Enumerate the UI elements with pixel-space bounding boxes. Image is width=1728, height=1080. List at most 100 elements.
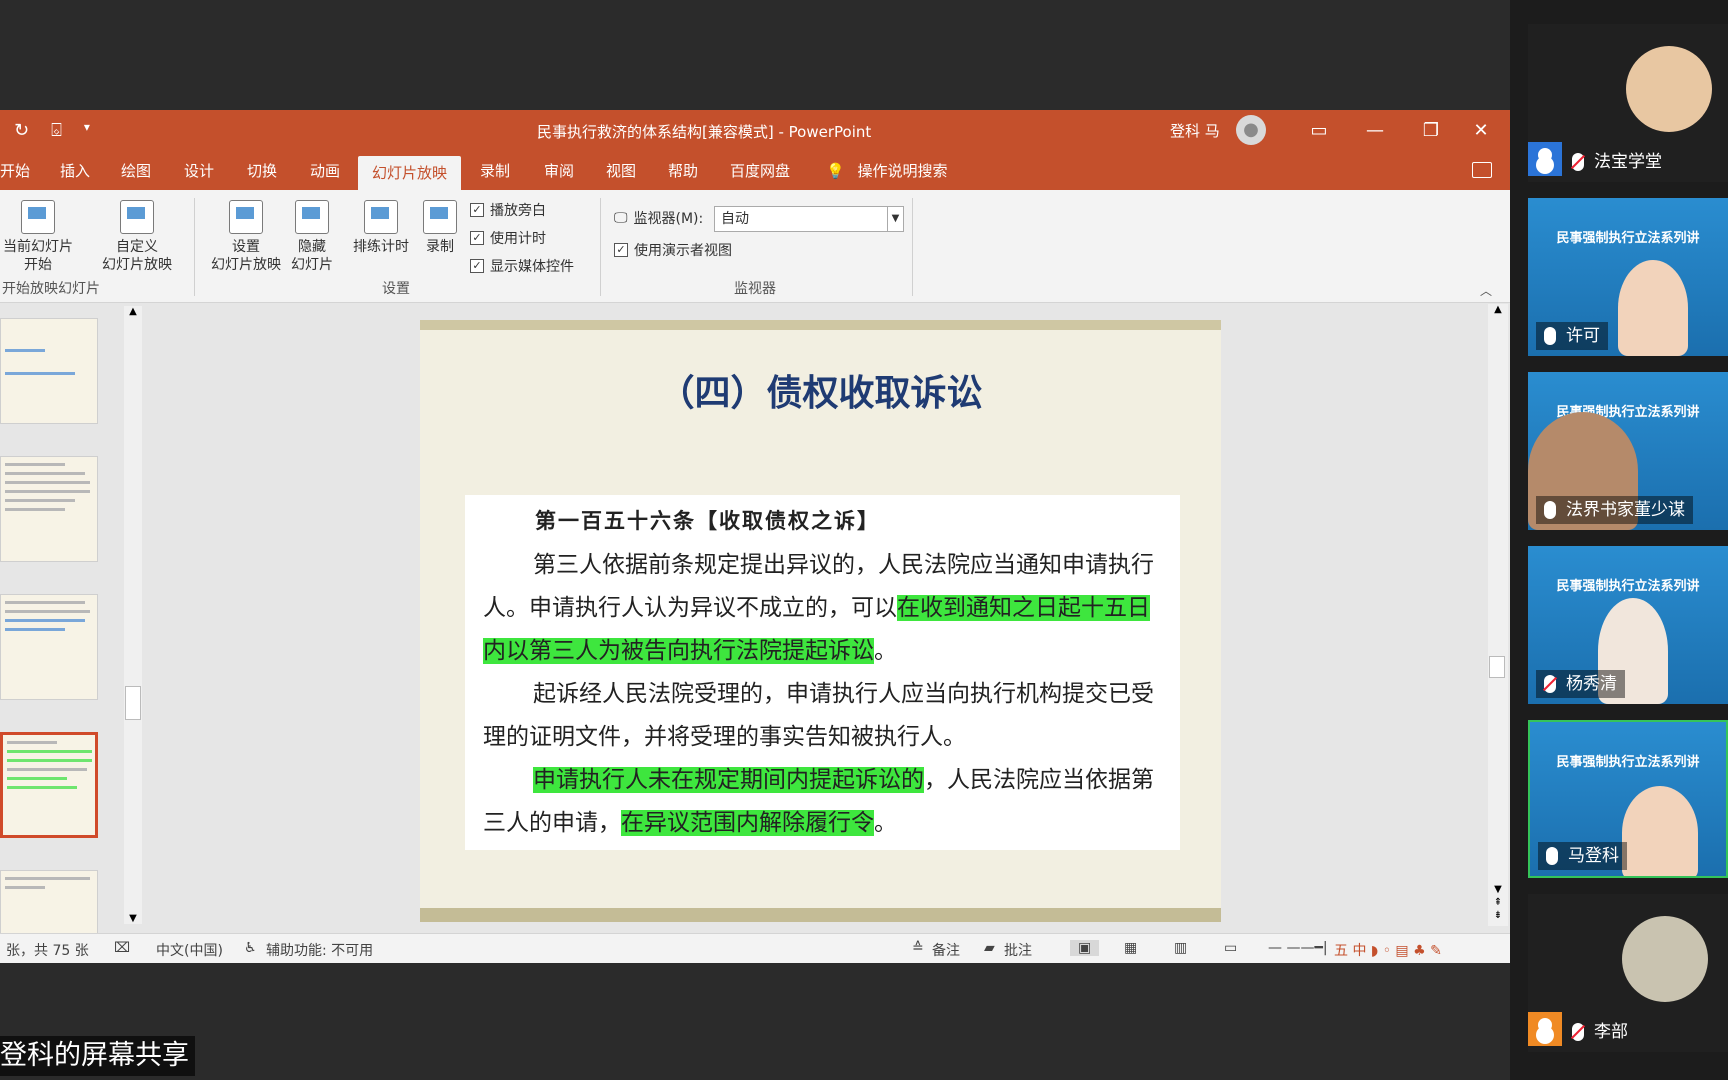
slide-sorter-icon[interactable]: ▦ — [1124, 940, 1137, 956]
scroll-down-icon[interactable]: ▼ — [124, 913, 142, 924]
rehearse-label: 排练计时 — [353, 239, 409, 255]
slide-text-box[interactable]: 第一百五十六条【收取债权之诉】 第三人依据前条规定提出异议的，人民法院应当通知申… — [465, 495, 1180, 850]
participant-tile-active-speaker[interactable]: 民事强制执行立法系列讲 马登科 — [1528, 720, 1728, 878]
hide-slide-label: 隐藏 幻灯片 — [291, 239, 333, 273]
user-name[interactable]: 登科 马 — [1170, 120, 1220, 141]
tab-transitions[interactable]: 切换 — [241, 152, 283, 190]
reading-view-icon[interactable]: ▥ — [1174, 940, 1187, 956]
presentation-icon[interactable]: ⌺ — [51, 120, 62, 141]
spellcheck-icon[interactable]: ⌧ — [114, 940, 130, 956]
collapse-ribbon-icon[interactable]: ︿ — [1480, 282, 1492, 299]
setup-slideshow-label: 设置 幻灯片放映 — [211, 239, 281, 273]
presenter-view-checkbox[interactable]: ✓ 使用演示者视图 — [614, 240, 732, 260]
mic-icon — [1544, 327, 1556, 345]
tab-review[interactable]: 审阅 — [538, 152, 580, 190]
mic-muted-icon — [1572, 1023, 1584, 1041]
comments-icon[interactable] — [1472, 162, 1492, 178]
user-icon — [1528, 142, 1562, 176]
checkmark-icon: ✓ — [470, 203, 484, 217]
scroll-thumb[interactable] — [1489, 656, 1505, 678]
slide-title[interactable]: （四）债权收取诉讼 — [420, 364, 1221, 416]
group-label-setup: 设置 — [382, 281, 410, 297]
screen-share-label: 登科的屏幕共享 — [0, 1036, 195, 1076]
slide-scrollbar[interactable]: ▲ ▼ ⇞ ⇟ — [1488, 304, 1508, 926]
ribbon-display-icon[interactable]: ▭ — [1302, 116, 1336, 146]
redo-icon[interactable]: ↻ — [14, 120, 29, 141]
chevron-down-icon[interactable]: ▼ — [887, 207, 903, 231]
participant-name: 许可 — [1536, 322, 1608, 350]
group-label-start: 开始放映幻灯片 — [2, 281, 100, 297]
slide-thumbnail[interactable] — [0, 456, 98, 562]
notes-icon[interactable]: ≙ — [912, 940, 924, 956]
ime-toolbar-icon[interactable]: 五 中 ◗ ◦ ▤ ♣ ✎ — [1334, 940, 1442, 960]
tab-view[interactable]: 视图 — [600, 152, 642, 190]
participant-tile[interactable]: 民事强制执行立法系列讲 法界书家董少谋 — [1528, 372, 1728, 530]
minimize-button[interactable]: — — [1358, 116, 1392, 146]
close-button[interactable]: ✕ — [1464, 116, 1498, 146]
slide-thumbnail[interactable] — [0, 318, 98, 424]
p3-end: 。 — [874, 810, 897, 836]
normal-view-icon[interactable]: ▣ — [1070, 940, 1100, 956]
tab-insert[interactable]: 插入 — [54, 152, 96, 190]
participant-name: 马登科 — [1538, 842, 1627, 870]
ribbon-tabs: 开始 插入 绘图 设计 切换 动画 幻灯片放映 录制 审阅 视图 帮助 百度网盘… — [0, 152, 1510, 190]
group-label-monitor: 监视器 — [734, 281, 776, 297]
p3-highlight-1: 申请执行人未在规定期间内提起诉讼的 — [533, 767, 924, 793]
participant-tile[interactable]: 民事强制执行立法系列讲 杨秀清 — [1528, 546, 1728, 704]
scroll-up-icon[interactable]: ▲ — [1488, 304, 1508, 315]
accessibility-icon[interactable]: ♿ — [244, 940, 257, 956]
slide-thumbnails: ▲ ▼ — [0, 304, 150, 963]
comment-icon[interactable]: ▰ — [984, 940, 995, 956]
slide-thumbnail[interactable] — [0, 594, 98, 700]
custom-show-button[interactable]: 自定义 幻灯片放映 — [90, 200, 184, 274]
tell-me-search[interactable]: 💡 操作说明搜索 — [826, 152, 947, 190]
restore-button[interactable]: ❐ — [1414, 116, 1448, 146]
use-timings-checkbox[interactable]: ✓ 使用计时 — [470, 228, 546, 248]
tab-record[interactable]: 录制 — [474, 152, 516, 190]
user-avatar-icon[interactable]: ● — [1236, 115, 1266, 145]
language-status[interactable]: 中文(中国) — [156, 940, 223, 960]
mic-icon — [1546, 847, 1558, 865]
user-icon — [1528, 1012, 1562, 1046]
participant-tile[interactable]: 民事强制执行立法系列讲 许可 — [1528, 198, 1728, 356]
play-narrations-checkbox[interactable]: ✓ 播放旁白 — [470, 200, 546, 220]
scroll-thumb[interactable] — [125, 686, 141, 720]
rehearse-timings-button[interactable]: 排练计时 — [348, 200, 414, 256]
p1-end: 。 — [874, 638, 897, 664]
tab-help[interactable]: 帮助 — [662, 152, 704, 190]
record-button[interactable]: 录制 — [420, 200, 460, 256]
thumbnail-scrollbar[interactable]: ▲ ▼ — [124, 306, 142, 924]
tab-draw[interactable]: 绘图 — [115, 152, 157, 190]
customize-qat-icon[interactable]: ▾ — [84, 120, 90, 141]
hide-slide-button[interactable]: 隐藏 幻灯片 — [288, 200, 336, 274]
slide-thumbnail-selected[interactable] — [0, 732, 98, 838]
participant-tile[interactable]: 李部 — [1528, 894, 1728, 1052]
setup-slideshow-icon — [229, 200, 263, 234]
tab-home[interactable]: 开始 — [0, 152, 36, 190]
page-nav-icon[interactable]: ▼ ⇞ ⇟ — [1488, 883, 1508, 922]
tab-animations[interactable]: 动画 — [304, 152, 346, 190]
notes-button[interactable]: 备注 — [932, 940, 960, 960]
participant-video — [1622, 786, 1698, 876]
show-media-controls-checkbox[interactable]: ✓ 显示媒体控件 — [470, 256, 574, 276]
scroll-up-icon[interactable]: ▲ — [124, 306, 142, 317]
setup-slideshow-button[interactable]: 设置 幻灯片放映 — [206, 200, 286, 274]
comments-button[interactable]: 批注 — [1004, 940, 1032, 960]
hide-slide-icon — [295, 200, 329, 234]
tab-baidu-netdisk[interactable]: 百度网盘 — [724, 152, 796, 190]
lightbulb-icon: 💡 — [826, 162, 845, 180]
from-current-slide-button[interactable]: 当前幻灯片 开始 — [2, 200, 74, 274]
stopwatch-icon — [364, 200, 398, 234]
slide-canvas[interactable]: （四）债权收取诉讼 第一百五十六条【收取债权之诉】 第三人依据前条规定提出异议的… — [420, 320, 1221, 922]
slideshow-view-icon[interactable]: ▭ — [1224, 940, 1237, 956]
accessibility-status[interactable]: 辅助功能: 不可用 — [266, 940, 373, 960]
zoom-slider[interactable]: — ——━| — [1268, 940, 1328, 956]
participant-tile[interactable]: 法宝学堂 — [1528, 24, 1728, 182]
ribbon-separator — [912, 198, 913, 296]
tab-design[interactable]: 设计 — [178, 152, 220, 190]
monitor-select[interactable]: 自动 ▼ — [714, 206, 904, 232]
tab-slideshow[interactable]: 幻灯片放映 — [358, 156, 462, 190]
from-current-label: 当前幻灯片 开始 — [3, 239, 73, 273]
paragraph-3: 申请执行人未在规定期间内提起诉讼的，人民法院应当依据第三人的申请，在异议范围内解… — [483, 759, 1162, 845]
record-label: 录制 — [426, 239, 454, 255]
